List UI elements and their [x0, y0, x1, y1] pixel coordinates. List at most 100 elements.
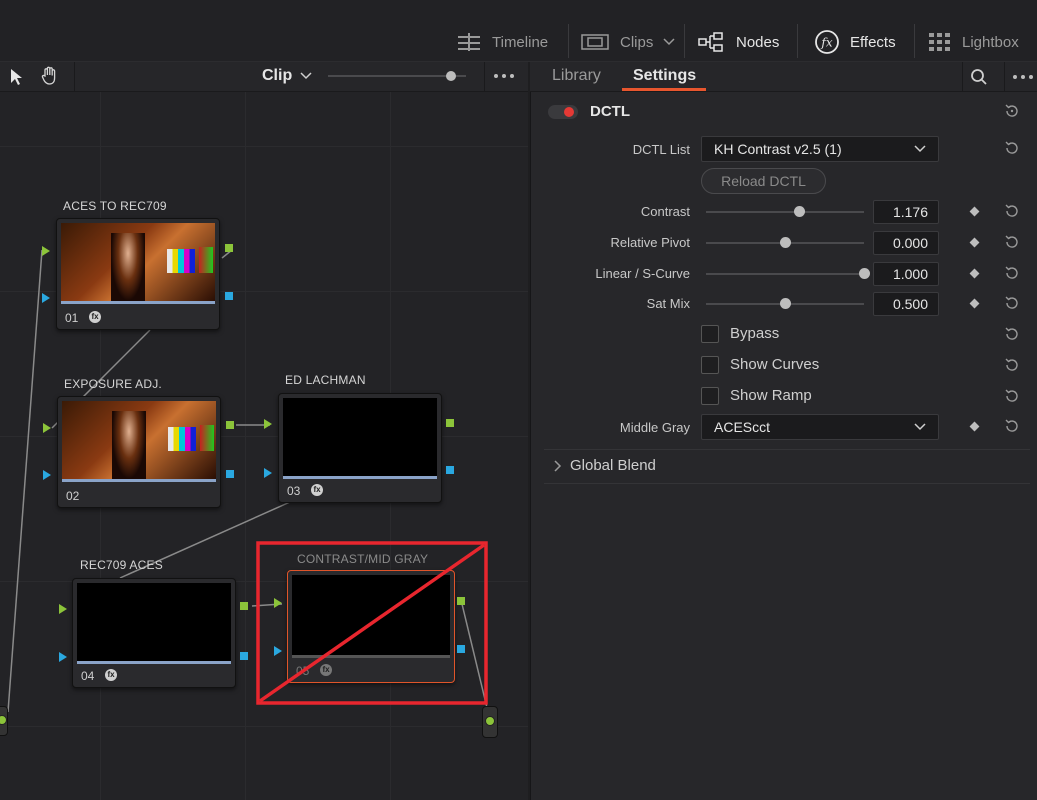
panel-options-button[interactable]	[1013, 75, 1033, 79]
node-title: REC709 ACES	[80, 558, 163, 572]
reset-icon[interactable]	[1004, 357, 1020, 373]
alpha-input-port[interactable]	[59, 652, 67, 662]
reload-dctl-button[interactable]: Reload DCTL	[701, 168, 826, 194]
tab-lightbox[interactable]: Lightbox	[928, 24, 1019, 60]
param-value-field[interactable]: 1.176	[873, 200, 939, 224]
tab-effects[interactable]: fx Effects	[814, 24, 896, 60]
reset-icon[interactable]	[1004, 203, 1020, 219]
node-03[interactable]: 03 fx	[278, 393, 442, 503]
reset-icon[interactable]	[1004, 326, 1020, 342]
toolbar-divider	[568, 24, 569, 58]
tab-settings[interactable]: Settings	[633, 67, 696, 85]
rgb-input-port[interactable]	[264, 419, 272, 429]
alpha-input-port[interactable]	[264, 468, 272, 478]
rgb-output-port[interactable]	[226, 421, 234, 429]
param-label: Contrast	[640, 204, 690, 219]
reset-icon[interactable]	[1004, 234, 1020, 250]
fx-icon: fx	[815, 30, 839, 54]
node-number: 04	[81, 669, 95, 683]
node-title: ED LACHMAN	[285, 373, 366, 387]
reset-icon[interactable]	[1004, 295, 1020, 311]
toolbar-divider	[962, 62, 963, 92]
dctl-badge-icon: fx	[89, 311, 101, 323]
reset-all-icon[interactable]	[1004, 103, 1020, 119]
reload-dctl-label: Reload DCTL	[721, 173, 806, 189]
alpha-output-port[interactable]	[225, 292, 233, 300]
node-number: 01	[65, 311, 79, 325]
middle-gray-dropdown[interactable]: ACEScct	[701, 414, 939, 440]
source-input-node[interactable]	[0, 706, 8, 736]
output-node[interactable]	[482, 706, 498, 738]
tab-clips-label: Clips	[620, 33, 654, 51]
param-slider-knob[interactable]	[779, 298, 791, 309]
node-number: 03	[287, 484, 301, 498]
param-label: Sat Mix	[646, 296, 690, 311]
param-slider[interactable]	[706, 273, 864, 275]
tab-lightbox-label: Lightbox	[962, 33, 1019, 51]
chevron-down-icon	[914, 423, 926, 431]
active-tab-underline	[622, 88, 706, 91]
node-status-bar	[62, 479, 216, 482]
reset-icon[interactable]	[1004, 265, 1020, 281]
chevron-down-icon	[914, 145, 926, 153]
show-curves-checkbox[interactable]	[701, 356, 719, 374]
middle-gray-value: ACEScct	[714, 419, 771, 435]
tab-clips[interactable]: Clips	[580, 24, 675, 60]
dctl-list-dropdown[interactable]: KH Contrast v2.5 (1)	[701, 136, 939, 162]
alpha-output-port[interactable]	[226, 470, 234, 478]
param-slider-knob[interactable]	[858, 268, 870, 279]
param-label: Relative Pivot	[610, 235, 690, 250]
param-slider[interactable]	[706, 211, 864, 213]
param-label: Linear / S-Curve	[595, 266, 690, 281]
rgb-input-port[interactable]	[43, 423, 51, 433]
param-value-field[interactable]: 0.000	[873, 231, 939, 255]
bypass-checkbox[interactable]	[701, 325, 719, 343]
tab-library[interactable]: Library	[552, 67, 601, 85]
svg-text:fx: fx	[820, 36, 832, 50]
node-status-bar	[61, 301, 215, 304]
bypass-label: Bypass	[730, 325, 780, 342]
toolbar-divider	[1004, 62, 1005, 92]
rgb-input-port[interactable]	[59, 604, 67, 614]
param-slider-knob[interactable]	[779, 237, 791, 248]
chevron-right-icon	[554, 459, 562, 472]
node-04[interactable]: 04 fx	[72, 578, 236, 688]
dctl-badge-icon: fx	[311, 484, 323, 496]
alpha-input-port[interactable]	[43, 470, 51, 480]
lightbox-icon	[929, 33, 950, 51]
rgb-output-port[interactable]	[240, 602, 248, 610]
global-blend-section[interactable]: Global Blend	[554, 457, 656, 474]
rgb-output-port[interactable]	[225, 244, 233, 252]
nodes-icon	[698, 32, 723, 52]
node-thumbnail	[62, 401, 216, 479]
dctl-title: DCTL	[590, 103, 630, 120]
search-icon[interactable]	[970, 68, 988, 86]
tab-nodes[interactable]: Nodes	[698, 24, 779, 60]
reset-icon[interactable]	[1004, 140, 1020, 156]
dctl-badge-icon: fx	[105, 669, 117, 681]
rgb-input-port[interactable]	[42, 246, 50, 256]
alpha-output-port[interactable]	[446, 466, 454, 474]
node-status-bar	[283, 476, 437, 479]
param-value-field[interactable]: 0.500	[873, 292, 939, 316]
node-02[interactable]: 02	[57, 396, 221, 508]
divider	[544, 483, 1030, 484]
node-title: EXPOSURE ADJ.	[64, 377, 162, 391]
middle-gray-label: Middle Gray	[619, 420, 690, 435]
node-01[interactable]: 01 fx	[56, 218, 220, 330]
alpha-output-port[interactable]	[240, 652, 248, 660]
reset-icon[interactable]	[1004, 418, 1020, 434]
dctl-list-value: KH Contrast v2.5 (1)	[714, 141, 842, 157]
alpha-input-port[interactable]	[42, 293, 50, 303]
param-value-field[interactable]: 1.000	[873, 262, 939, 286]
param-slider-knob[interactable]	[793, 206, 805, 217]
node-thumbnail	[283, 398, 437, 476]
rgb-output-port[interactable]	[446, 419, 454, 427]
toolbar-divider	[684, 24, 685, 58]
show-ramp-checkbox[interactable]	[701, 387, 719, 405]
dctl-list-label: DCTL List	[632, 142, 690, 157]
reset-icon[interactable]	[1004, 388, 1020, 404]
dctl-enable-toggle[interactable]	[548, 105, 578, 119]
show-curves-label: Show Curves	[730, 356, 820, 373]
node-thumbnail	[61, 223, 215, 301]
